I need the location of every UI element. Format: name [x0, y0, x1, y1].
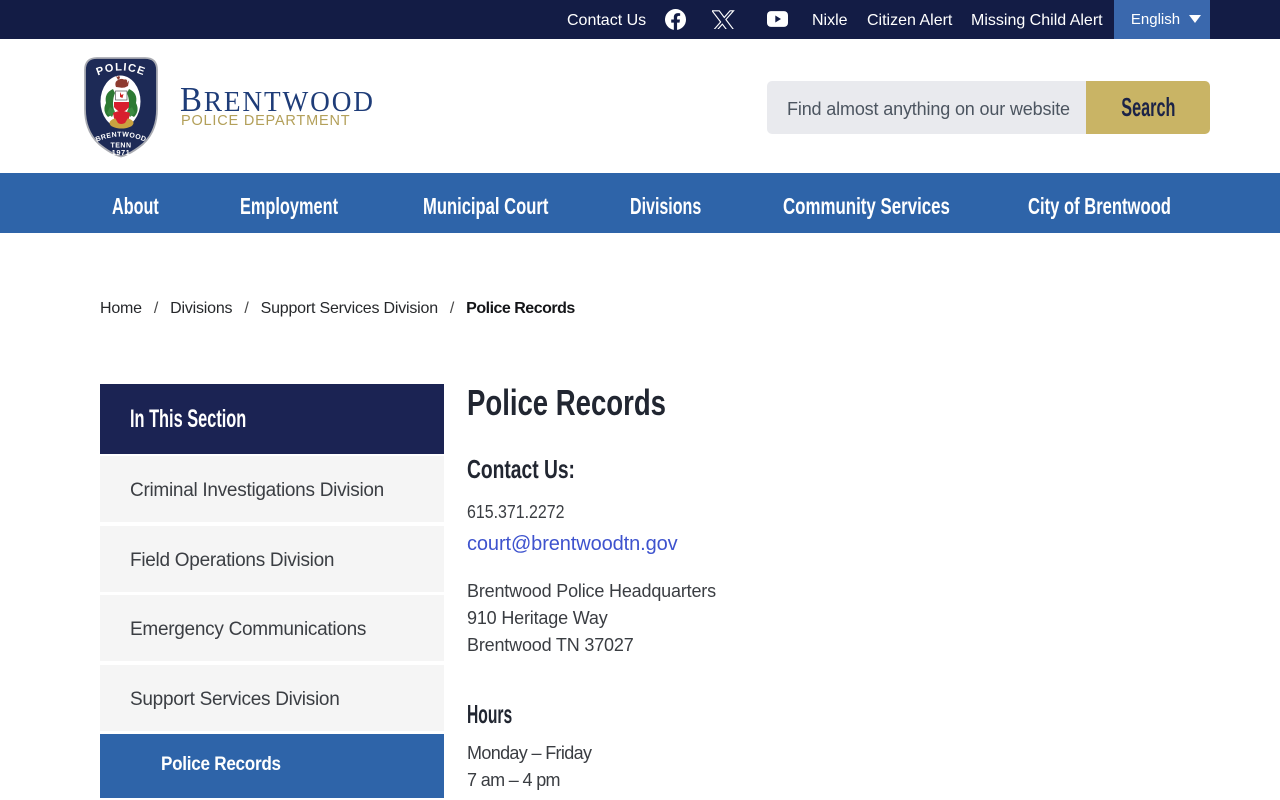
svg-text:1971: 1971	[112, 148, 131, 157]
